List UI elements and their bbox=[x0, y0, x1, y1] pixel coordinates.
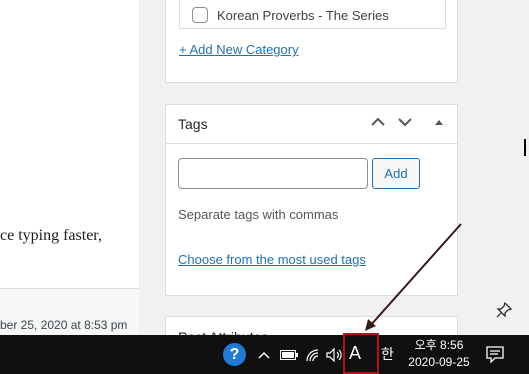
clock-date: 2020-09-25 bbox=[408, 355, 470, 369]
editor-footer: ber 25, 2020 at 8:53 pm bbox=[0, 288, 139, 335]
notification-icon[interactable] bbox=[486, 345, 504, 364]
volume-icon[interactable] bbox=[326, 344, 344, 366]
chevron-down-icon[interactable] bbox=[395, 114, 415, 134]
tags-panel-header[interactable]: Tags bbox=[166, 105, 457, 144]
category-list: Korean Proverbs - The Series bbox=[179, 0, 446, 29]
help-icon[interactable]: ? bbox=[223, 343, 246, 366]
category-label[interactable]: Korean Proverbs - The Series bbox=[217, 8, 389, 23]
editor-text[interactable]: ce typing faster, bbox=[0, 227, 102, 245]
triangle-up-icon[interactable] bbox=[429, 114, 449, 134]
battery-icon[interactable] bbox=[280, 344, 298, 366]
most-used-tags-link[interactable]: Choose from the most used tags bbox=[178, 252, 366, 267]
category-item[interactable]: Korean Proverbs - The Series bbox=[192, 7, 389, 23]
taskbar: ? A 한 오후 8:56 2020-09-25 bbox=[0, 333, 529, 374]
editor-area[interactable]: ce typing faster, ber 25, 2020 at 8:53 p… bbox=[0, 0, 139, 335]
han-key-indicator[interactable]: 한 bbox=[381, 344, 394, 364]
new-tag-input[interactable] bbox=[178, 158, 368, 189]
tags-help-text: Separate tags with commas bbox=[178, 207, 339, 222]
categories-panel: Korean Proverbs - The Series + Add New C… bbox=[165, 0, 458, 83]
add-tag-button[interactable]: Add bbox=[372, 158, 420, 189]
add-new-category-link[interactable]: + Add New Category bbox=[179, 42, 299, 57]
chevron-up-icon[interactable] bbox=[257, 344, 271, 366]
clock-time: 오후 8:56 bbox=[414, 338, 464, 352]
category-checkbox[interactable] bbox=[192, 7, 208, 23]
tags-panel: Tags Add Separate tags with commas Choos… bbox=[165, 104, 458, 296]
tags-panel-title: Tags bbox=[178, 116, 208, 132]
wifi-icon[interactable] bbox=[305, 344, 321, 366]
last-edited-text: ber 25, 2020 at 8:53 pm bbox=[0, 318, 128, 332]
clock[interactable]: 오후 8:56 2020-09-25 bbox=[407, 337, 471, 371]
ime-mode-indicator[interactable]: A bbox=[349, 343, 361, 364]
mouse-cursor-icon bbox=[524, 138, 529, 158]
chevron-up-icon[interactable] bbox=[368, 114, 388, 134]
pin-icon[interactable] bbox=[494, 300, 514, 320]
